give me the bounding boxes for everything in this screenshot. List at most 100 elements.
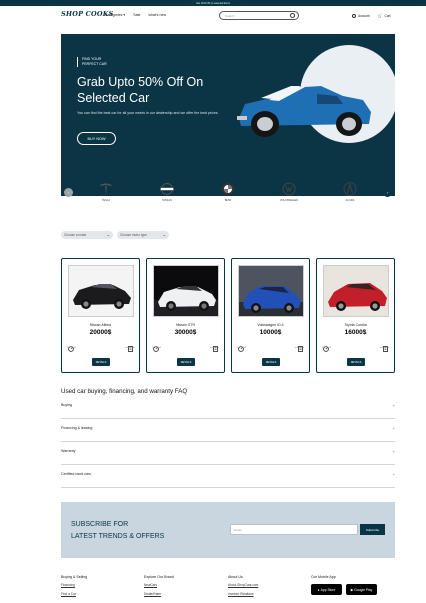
faq-title: Used car buying, financing, and warranty… <box>61 388 188 395</box>
car-card[interactable]: Toyota Corolla 16000$ 2021 4x4 automatic… <box>316 258 395 373</box>
account-link[interactable]: Account <box>352 13 370 18</box>
motor-type-select[interactable]: Choose motor type ⌄ <box>117 231 169 239</box>
chevron-right-icon: › <box>386 190 389 195</box>
footer-col-buying: Buying & Selling Financing Find a Car <box>61 575 88 596</box>
nissan-logo-icon <box>160 181 175 196</box>
subscribe-button[interactable]: Subscribe <box>360 524 385 535</box>
car-image <box>68 265 134 317</box>
footer-col-brand: Explore Our Brand NewCars DealerRater <box>144 575 174 596</box>
search-input[interactable]: Search <box>219 11 299 20</box>
hero-tagline: FIND YOUR PERFECT CAR <box>77 57 107 67</box>
faq-item-certified[interactable]: Certified used cars + <box>61 466 395 488</box>
search-icon[interactable] <box>290 13 295 18</box>
volkswagen-logo-icon <box>282 181 297 196</box>
footer-link[interactable]: DealerRater <box>144 592 174 596</box>
footer-col-app: Our Mobile App ● App Store ▶ Google Play <box>311 575 395 601</box>
google-play-button[interactable]: ▶ Google Play <box>346 584 377 595</box>
main-nav: Categories ▾ Sale what's new <box>105 13 166 17</box>
speedometer-icon <box>153 339 159 352</box>
speedometer-icon <box>68 339 74 352</box>
plus-icon: + <box>392 449 395 454</box>
promo-text: Get 10% Off on selected items <box>196 1 230 5</box>
car-image <box>153 265 219 317</box>
car-transmission: automatic <box>380 347 390 349</box>
car-price: 30000$ <box>174 329 197 336</box>
plus-icon: + <box>392 403 395 408</box>
bmw-logo-icon <box>221 181 236 196</box>
carousel-prev-button[interactable]: ‹ <box>64 188 73 197</box>
car-transmission: automatic <box>210 347 220 349</box>
details-button[interactable]: DETAILS <box>92 358 110 366</box>
speedometer-icon <box>238 339 244 352</box>
speedometer-icon <box>323 339 329 352</box>
car-year-drive: 2021 4x4 <box>67 347 77 349</box>
nav-categories[interactable]: Categories ▾ <box>105 13 125 17</box>
brand-item-tesla[interactable]: TESLA <box>91 181 121 202</box>
car-price: 16000$ <box>344 329 367 336</box>
plus-icon: + <box>392 472 395 477</box>
car-name: Volkswagen ID.4 <box>257 323 284 327</box>
play-icon: ▶ <box>350 587 354 592</box>
gearbox-icon <box>383 339 389 352</box>
car-card[interactable]: Nissan Altima 20000$ 2021 4x4 automatic … <box>61 258 140 373</box>
chevron-down-icon: ▾ <box>123 13 126 17</box>
gearbox-icon <box>298 339 304 352</box>
chevron-down-icon: ⌄ <box>106 232 110 237</box>
app-store-button[interactable]: ● App Store <box>311 584 342 595</box>
user-icon <box>352 13 356 18</box>
car-price: 20000$ <box>89 329 112 336</box>
details-button[interactable]: DETAILS <box>262 358 280 366</box>
plus-icon: + <box>392 426 395 431</box>
site-header: SHOP COOKS Categories ▾ Sale what's new S… <box>0 8 426 24</box>
brand-carousel: ‹ TESLA NISSAN BMW VOLKSWAGEN ACURA › <box>61 178 395 208</box>
car-card[interactable]: Volkswagen ID.4 10000$ 2021 4x4 automati… <box>231 258 310 373</box>
chevron-down-icon: ⌄ <box>162 232 166 237</box>
email-field[interactable]: Email <box>230 524 358 535</box>
details-button[interactable]: DETAILS <box>177 358 195 366</box>
apple-icon: ● <box>317 587 320 592</box>
faq-item-warranty[interactable]: Warranty + <box>61 443 395 465</box>
brand-item-acura[interactable]: ACURA <box>335 181 365 202</box>
nav-sale[interactable]: Sale <box>133 13 140 17</box>
footer-link[interactable]: Find a Car <box>61 592 87 596</box>
gearbox-icon <box>128 339 134 352</box>
footer-link[interactable]: About ShopCars.com <box>228 583 258 587</box>
faq-item-financing[interactable]: Financing & leasing + <box>61 420 395 442</box>
car-price: 10000$ <box>259 329 282 336</box>
car-image <box>323 265 389 317</box>
car-transmission: automatic <box>125 347 135 349</box>
brand-item-bmw[interactable]: BMW <box>213 181 243 202</box>
footer-link[interactable]: Financing <box>61 583 87 587</box>
chevron-left-icon: ‹ <box>67 190 70 195</box>
hero-description: You can find the best car for all your n… <box>77 111 219 115</box>
car-card[interactable]: Nissan GTR 30000$ 2021 4x4 automatic DET… <box>146 258 225 373</box>
car-year-drive: 2021 4x4 <box>322 347 332 349</box>
car-image <box>238 265 304 317</box>
make-select[interactable]: Choose a make ⌄ <box>61 231 113 239</box>
promo-topbar: Get 10% Off on selected items <box>0 0 426 6</box>
footer-link[interactable]: Investor Relations <box>228 592 258 596</box>
gearbox-icon <box>213 339 219 352</box>
carousel-next-button[interactable]: › <box>383 188 392 197</box>
car-name: Nissan GTR <box>175 323 196 327</box>
brand-item-volkswagen[interactable]: VOLKSWAGEN <box>274 181 304 202</box>
search-placeholder: Search <box>225 13 235 18</box>
brand-item-nissan[interactable]: NISSAN <box>152 181 182 202</box>
details-button[interactable]: DETAILS <box>347 358 365 366</box>
hero-title: Grab Upto 50% Off On Selected Car <box>77 75 204 105</box>
footer-link[interactable]: NewCars <box>144 583 174 587</box>
nav-whats-new[interactable]: what's new <box>148 13 166 17</box>
subscribe-title: SUBSCRIBE FOR LATEST TRENDS & OFFERS <box>71 521 165 540</box>
footer-col-about: About Us About ShopCars.com Investor Rel… <box>228 575 259 596</box>
hero-car-image <box>237 86 371 137</box>
faq-item-buying[interactable]: Buying + <box>61 397 395 419</box>
car-transmission: automatic <box>295 347 305 349</box>
buy-now-button[interactable]: BUY NOW <box>77 132 116 145</box>
car-year-drive: 2021 4x4 <box>237 347 247 349</box>
acura-logo-icon <box>343 181 358 196</box>
car-year-drive: 2021 4x4 <box>152 347 162 349</box>
cart-link[interactable]: 🛒 Cart <box>378 13 391 18</box>
cart-icon: 🛒 <box>377 13 383 18</box>
hero-banner: FIND YOUR PERFECT CAR Grab Upto 50% Off O… <box>61 34 395 196</box>
header-actions: Account 🛒 Cart <box>352 13 391 18</box>
